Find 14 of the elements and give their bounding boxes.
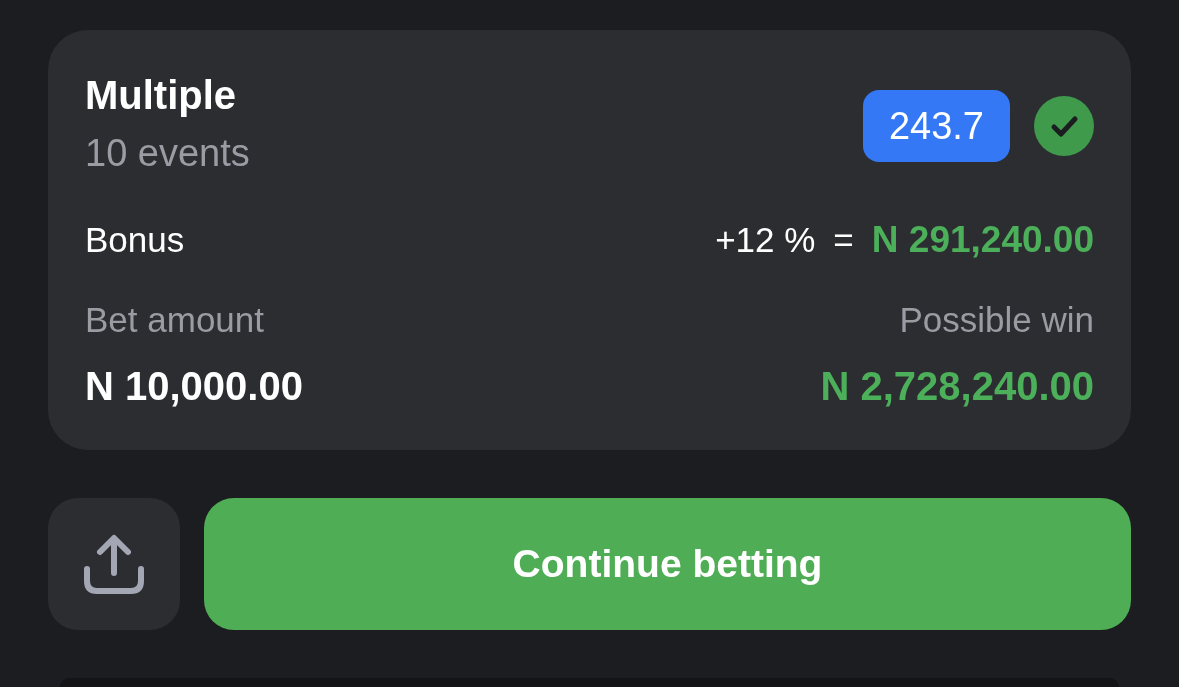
equals-sign: = — [833, 219, 854, 261]
share-icon — [82, 533, 146, 595]
bonus-percent: +12 % — [715, 219, 816, 261]
possible-win-label: Possible win — [899, 299, 1094, 341]
bonus-label: Bonus — [85, 219, 185, 261]
bonus-amount: N 291,240.00 — [871, 218, 1094, 262]
bet-amount-value: N 10,000.00 — [85, 363, 303, 410]
odds-badge: 243.7 — [862, 90, 1010, 162]
bet-title: Multiple — [85, 72, 238, 119]
events-count: 10 events — [85, 131, 250, 176]
bet-amount-label: Bet amount — [85, 299, 264, 341]
continue-betting-button[interactable]: Continue betting — [204, 498, 1131, 630]
possible-win-value: N 2,728,240.00 — [820, 363, 1094, 410]
share-button[interactable] — [48, 498, 180, 630]
